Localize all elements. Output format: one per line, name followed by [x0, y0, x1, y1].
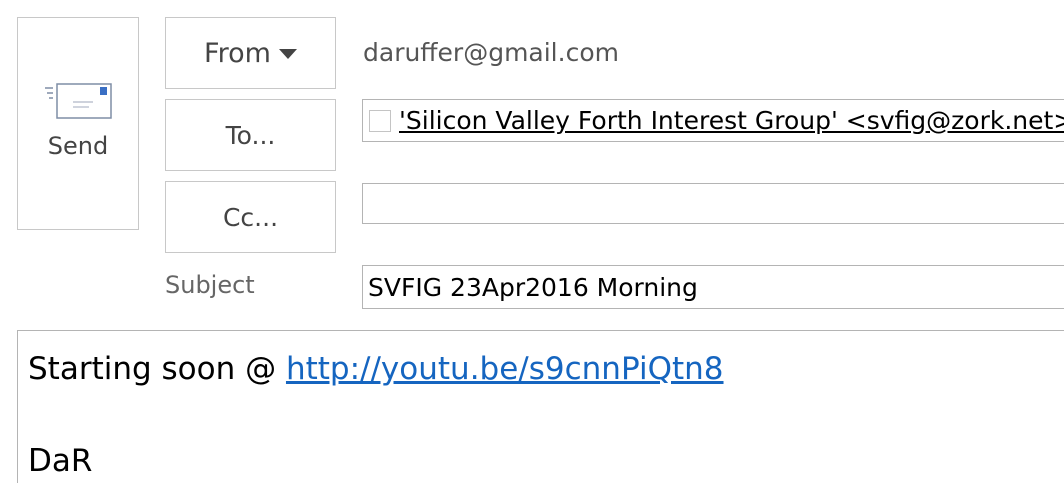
cc-field[interactable]	[362, 183, 1064, 224]
send-label: Send	[47, 132, 109, 160]
from-address: daruffer@gmail.com	[363, 38, 619, 67]
to-field[interactable]: 'Silicon Valley Forth Interest Group' <s…	[362, 99, 1064, 142]
message-body[interactable]: Starting soon @ http://youtu.be/s9cnnPiQ…	[17, 330, 1064, 483]
subject-field[interactable]: SVFIG 23Apr2016 Morning	[362, 265, 1064, 309]
body-link[interactable]: http://youtu.be/s9cnnPiQtn8	[286, 351, 724, 387]
email-compose-window: Send From daruffer@gmail.com To... 'Sili…	[0, 0, 1064, 483]
from-label: From	[204, 37, 271, 69]
body-text: Starting soon @	[28, 351, 286, 387]
body-line: Starting soon @ http://youtu.be/s9cnnPiQ…	[28, 351, 724, 387]
from-button[interactable]: From	[165, 17, 336, 89]
cc-label: Cc...	[222, 202, 279, 232]
recipient-chip[interactable]: 'Silicon Valley Forth Interest Group' <s…	[399, 106, 1064, 135]
to-button[interactable]: To...	[165, 99, 336, 171]
send-button[interactable]: Send	[17, 17, 139, 230]
signature: DaR	[28, 443, 93, 479]
caret-down-icon	[278, 49, 297, 59]
envelope-icon	[45, 83, 112, 119]
recipient-checkbox[interactable]	[369, 109, 391, 132]
to-label: To...	[225, 120, 276, 150]
cc-button[interactable]: Cc...	[165, 181, 336, 253]
subject-label: Subject	[165, 271, 255, 299]
